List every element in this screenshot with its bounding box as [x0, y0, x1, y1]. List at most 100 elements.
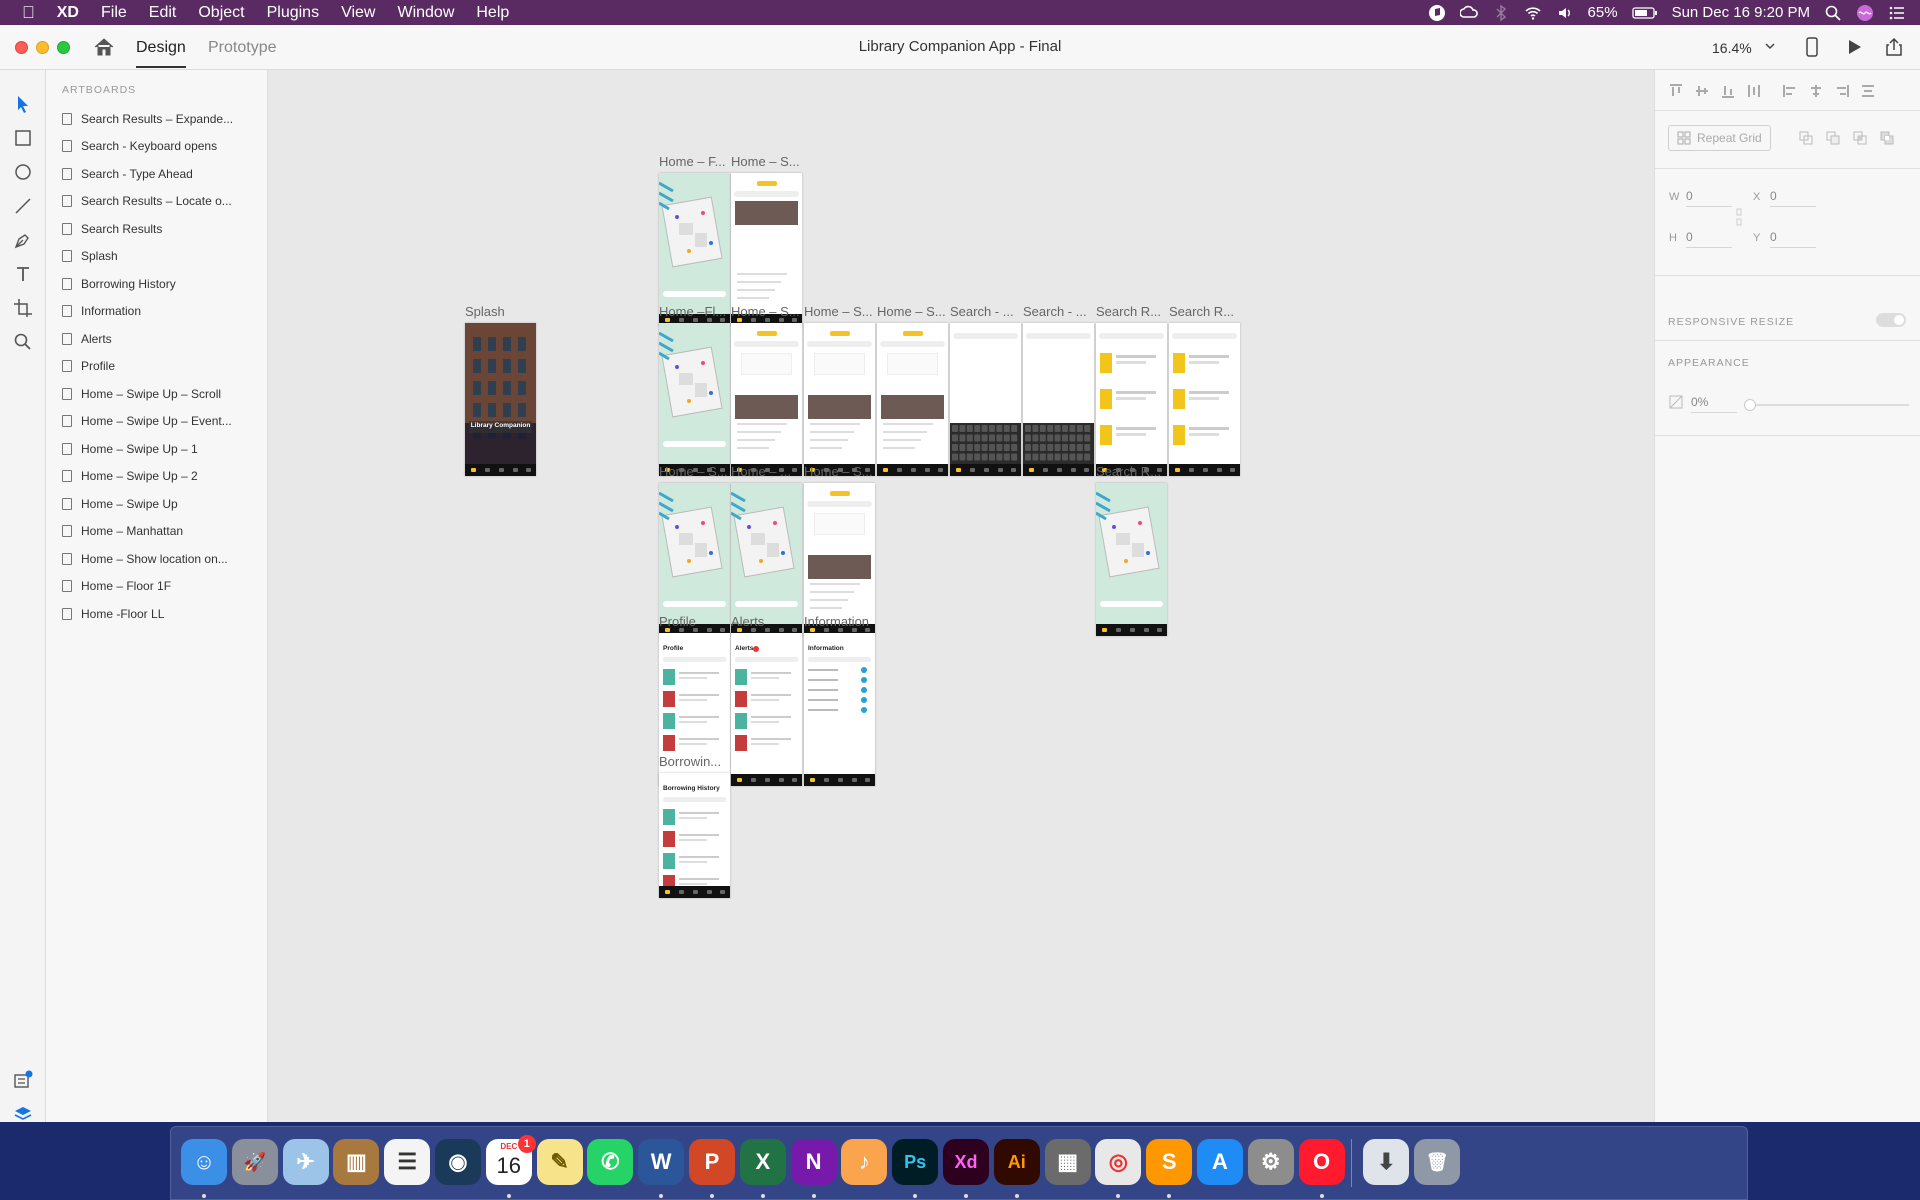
align-right-icon[interactable] [1835, 84, 1849, 98]
layer-item[interactable]: Home – Swipe Up – Event... [62, 411, 262, 431]
artboard-title[interactable]: Alerts [731, 614, 764, 629]
layer-item[interactable]: Search Results – Locate o... [62, 191, 262, 211]
layer-item[interactable]: Home – Floor 1F [62, 576, 262, 596]
xd-icon[interactable]: Xd [943, 1139, 989, 1185]
menu-plugins[interactable]: Plugins [267, 0, 319, 25]
boolean-add-icon[interactable] [1799, 131, 1813, 145]
battery-icon[interactable] [1631, 4, 1658, 22]
device-preview-icon[interactable] [1805, 37, 1819, 57]
share-icon[interactable] [1884, 37, 1904, 57]
artboard-title[interactable]: Search - ... [950, 304, 1014, 319]
align-middle-icon[interactable] [1695, 84, 1709, 98]
menu-help[interactable]: Help [476, 0, 509, 25]
layer-item[interactable]: Information [62, 301, 262, 321]
artboard-title[interactable]: Home – S... [659, 464, 728, 479]
photoshop-icon[interactable]: Ps [892, 1139, 939, 1185]
apple-menu-icon[interactable]:  [22, 0, 35, 25]
opera-icon[interactable]: O [1298, 1139, 1345, 1185]
layers-panel-icon[interactable] [13, 1104, 33, 1124]
chevron-down-icon[interactable] [1764, 40, 1776, 52]
artboard-title[interactable]: Home – S... [804, 304, 873, 319]
maximize-window-button[interactable] [57, 41, 70, 54]
assets-panel-icon[interactable] [13, 1070, 33, 1090]
artboard-results[interactable] [1169, 323, 1240, 476]
layer-item[interactable]: Search Results – Expande... [62, 109, 262, 129]
artboard-history[interactable]: Borrowing History [659, 773, 730, 898]
boolean-exclude-icon[interactable] [1880, 131, 1894, 145]
line-tool-icon[interactable] [13, 196, 33, 216]
select-tool-icon[interactable] [13, 94, 33, 114]
repeat-grid-button[interactable]: Repeat Grid [1668, 125, 1771, 151]
layer-item[interactable]: Home -Floor LL [62, 604, 262, 624]
spotlight-search-icon[interactable] [1824, 4, 1842, 22]
layer-item[interactable]: Home – Swipe Up [62, 494, 262, 514]
menu-view[interactable]: View [341, 0, 375, 25]
ellipse-tool-icon[interactable] [13, 162, 33, 182]
artboard-keyboard[interactable] [950, 323, 1021, 476]
artboard-title[interactable]: Home – S... [804, 464, 873, 479]
layer-item[interactable]: Alerts [62, 329, 262, 349]
distribute-horizontal-icon[interactable] [1861, 84, 1875, 98]
opacity-slider-knob[interactable] [1744, 399, 1756, 411]
zoom-tool-icon[interactable] [13, 332, 33, 352]
artboard-title[interactable]: Home – S... [731, 154, 800, 169]
calculator-icon[interactable]: ▦ [1044, 1139, 1091, 1185]
calendar-icon[interactable]: DEC 16 1 [485, 1135, 536, 1185]
home-icon[interactable] [93, 37, 115, 57]
height-field[interactable]: 0 [1686, 230, 1732, 248]
responsive-resize-toggle[interactable] [1876, 313, 1906, 327]
layer-item[interactable]: Home – Swipe Up – Scroll [62, 384, 262, 404]
word-icon[interactable]: W [638, 1139, 685, 1185]
artboard-list[interactable] [877, 323, 948, 476]
artboard-keyboard[interactable] [1023, 323, 1094, 476]
siri-icon[interactable] [1856, 4, 1874, 22]
design-canvas[interactable]: Home – F... Home – S... Splash Library Comp… [269, 70, 1654, 1122]
downloads-icon[interactable]: ⬇ [1363, 1139, 1410, 1185]
layer-item[interactable]: Home – Show location on... [62, 549, 262, 569]
rectangle-tool-icon[interactable] [13, 128, 33, 148]
artboard-title[interactable]: Search R... [1096, 464, 1161, 479]
minimize-window-button[interactable] [36, 41, 49, 54]
layer-item[interactable]: Borrowing History [62, 274, 262, 294]
layer-item[interactable]: Home – Swipe Up – 2 [62, 466, 262, 486]
app-store-icon[interactable]: A [1197, 1139, 1243, 1185]
artboard-title[interactable]: Home – ... [731, 464, 791, 479]
itunes-helper-icon[interactable] [1428, 4, 1446, 22]
artboard-title[interactable]: Information [804, 614, 869, 629]
artboard-title[interactable]: Search R... [1169, 304, 1234, 319]
artboard-title[interactable]: Borrowin... [659, 754, 721, 769]
steam-icon[interactable]: ◉ [435, 1139, 481, 1185]
x-field[interactable]: 0 [1770, 189, 1816, 207]
artboard-list[interactable] [731, 323, 802, 476]
layer-item[interactable]: Home – Manhattan [62, 521, 262, 541]
tab-design[interactable]: Design [136, 38, 186, 68]
notes-icon[interactable]: ✎ [536, 1139, 583, 1185]
distribute-vertical-icon[interactable] [1747, 84, 1761, 98]
preview-icon[interactable]: ✈ [282, 1139, 329, 1185]
trash-icon[interactable]: 🗑 [1414, 1139, 1461, 1185]
menu-file[interactable]: File [101, 0, 127, 25]
lock-aspect-icon[interactable] [1736, 208, 1742, 226]
itunes-icon[interactable]: ♪ [841, 1139, 888, 1185]
artboard-splash[interactable]: Library Companion [465, 323, 536, 476]
align-top-icon[interactable] [1669, 84, 1683, 98]
align-left-icon[interactable] [1783, 84, 1797, 98]
whatsapp-icon[interactable]: ✆ [587, 1139, 634, 1185]
notification-center-icon[interactable] [1888, 4, 1906, 22]
sublime-icon[interactable]: S [1146, 1139, 1193, 1185]
artboard-title[interactable]: Home – S... [877, 304, 946, 319]
layer-item[interactable]: Search - Type Ahead [62, 164, 262, 184]
bluetooth-icon[interactable] [1492, 4, 1510, 22]
opacity-field[interactable]: 0% [1691, 395, 1737, 413]
boolean-subtract-icon[interactable] [1826, 131, 1840, 145]
align-bottom-icon[interactable] [1721, 84, 1735, 98]
zoom-level[interactable]: 16.4% [1712, 40, 1752, 56]
artboard-title[interactable]: Search - ... [1023, 304, 1087, 319]
play-icon[interactable] [1845, 38, 1863, 56]
artboard-title[interactable]: Home – S... [731, 304, 800, 319]
artboard-list[interactable] [804, 323, 875, 476]
menu-window[interactable]: Window [397, 0, 454, 25]
artboard-title[interactable]: Search R... [1096, 304, 1161, 319]
app-menu[interactable]: XD [57, 0, 79, 25]
pen-tool-icon[interactable] [13, 230, 33, 250]
